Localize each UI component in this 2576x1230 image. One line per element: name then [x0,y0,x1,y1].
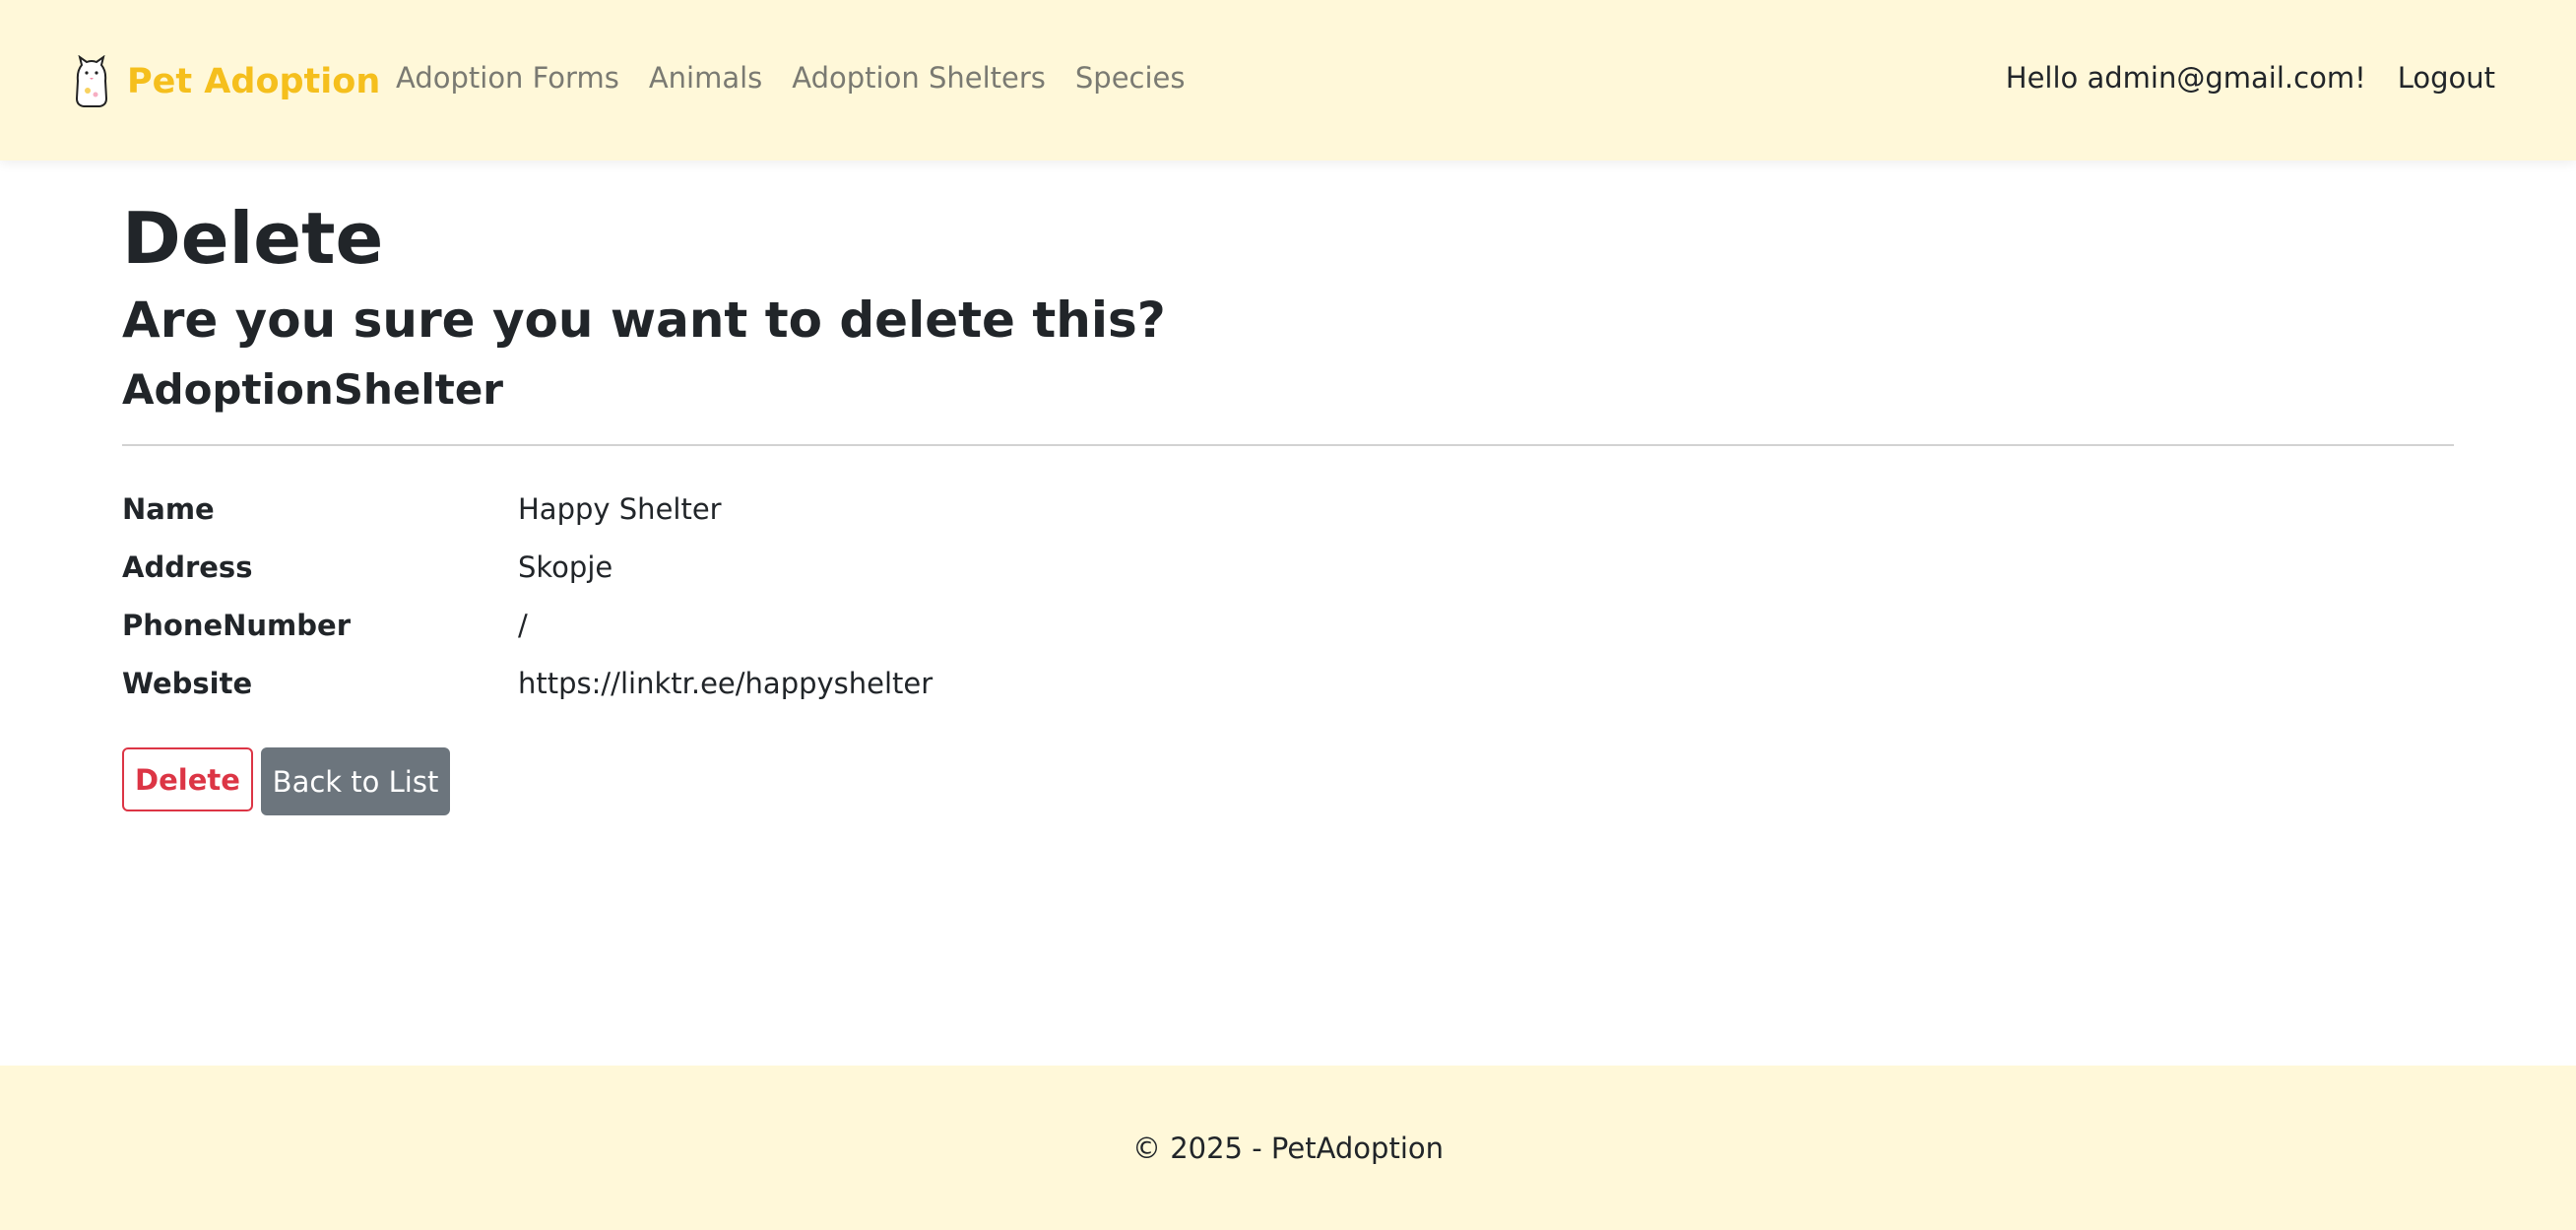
detail-label: PhoneNumber [122,608,351,642]
detail-row-name: Name Happy Shelter [122,480,2454,538]
pet-cat-icon [75,55,108,107]
detail-row-website: Website https://linktr.ee/happyshelter [122,654,2454,712]
brand-name[interactable]: Pet Adoption [127,62,380,101]
page-footer: © 2025 - PetAdoption [0,1066,2576,1230]
detail-label: Address [122,550,253,584]
page-title: Delete [122,197,384,280]
divider [122,444,2454,446]
detail-value: https://linktr.ee/happyshelter [518,666,934,700]
logout-button[interactable]: Logout [2398,61,2495,95]
detail-row-phone: PhoneNumber / [122,596,2454,654]
back-to-list-button[interactable]: Back to List [261,747,450,815]
main-content: Delete Are you sure you want to delete t… [122,192,2454,815]
confirm-question: Are you sure you want to delete this? [122,291,1166,349]
nav-link-adoption-shelters[interactable]: Adoption Shelters [792,61,1046,95]
footer-copyright: © 2025 - PetAdoption [1131,1131,1445,1165]
main-nav: Adoption Forms Animals Adoption Shelters… [396,61,1215,95]
nav-link-animals[interactable]: Animals [649,61,762,95]
nav-link-species[interactable]: Species [1075,61,1186,95]
entity-name: AdoptionShelter [122,365,504,414]
user-area: Hello admin@gmail.com! Logout [2006,61,2495,95]
top-navbar: Pet Adoption Adoption Forms Animals Adop… [0,0,2576,161]
detail-value: / [518,608,528,642]
detail-label: Website [122,666,253,700]
brand-link[interactable]: Pet Adoption [74,55,380,108]
detail-label: Name [122,491,215,526]
form-actions: Delete Back to List [122,747,2454,815]
detail-value: Skopje [518,550,613,584]
user-greeting[interactable]: Hello admin@gmail.com! [2006,61,2366,95]
nav-link-adoption-forms[interactable]: Adoption Forms [396,61,619,95]
delete-button[interactable]: Delete [122,747,253,811]
detail-value: Happy Shelter [518,491,722,526]
details-list: Name Happy Shelter Address Skopje PhoneN… [122,480,2454,712]
detail-row-address: Address Skopje [122,538,2454,596]
